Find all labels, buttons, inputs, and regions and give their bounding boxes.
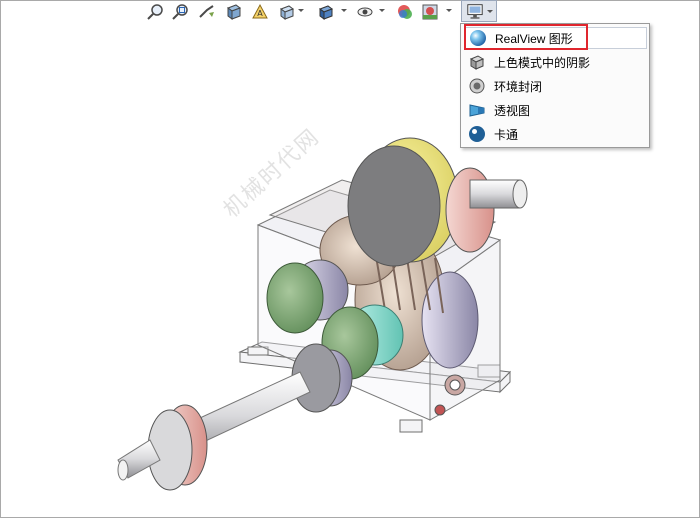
section-view-icon[interactable] [224, 2, 244, 22]
menu-item-label: 透视图 [494, 103, 531, 118]
view-settings-menu: RealView 图形 上色模式中的阴影 环境封闭 透视图 卡通 [460, 23, 650, 148]
display-style-icon[interactable] [316, 2, 336, 22]
hide-show-items-icon[interactable] [355, 2, 375, 22]
menu-item-cartoon[interactable]: 卡通 [465, 123, 647, 145]
shadow-cube-icon [468, 53, 486, 71]
cartoon-icon [468, 125, 486, 143]
dynamic-annotation-view-icon[interactable]: A [250, 2, 270, 22]
realview-sphere-icon [469, 29, 487, 47]
heads-up-view-toolbar: A [0, 0, 700, 24]
zoom-to-fit-icon[interactable] [145, 2, 165, 22]
svg-text:A: A [257, 9, 263, 18]
view-orientation-icon[interactable] [277, 2, 297, 22]
menu-item-ambient-occlusion[interactable]: 环境封闭 [465, 75, 647, 97]
input-shaft [117, 343, 353, 491]
previous-view-icon[interactable] [197, 2, 217, 22]
chevron-down-icon [487, 10, 493, 13]
view-settings-icon [466, 2, 484, 20]
edit-appearance-icon[interactable] [395, 2, 415, 22]
menu-item-label: 上色模式中的阴影 [494, 55, 591, 70]
menu-item-perspective[interactable]: 透视图 [465, 99, 647, 121]
menu-item-realview[interactable]: RealView 图形 [465, 27, 647, 49]
ambient-occlusion-icon [468, 77, 486, 95]
menu-item-label: 环境封闭 [494, 79, 543, 94]
menu-item-label: 卡通 [494, 127, 519, 142]
menu-item-shadows[interactable]: 上色模式中的阴影 [465, 51, 647, 73]
zoom-to-area-icon[interactable] [170, 2, 190, 22]
menu-item-label: RealView 图形 [495, 31, 573, 46]
perspective-icon [468, 101, 486, 119]
view-settings-button[interactable] [461, 0, 497, 22]
apply-scene-icon[interactable] [420, 2, 440, 22]
